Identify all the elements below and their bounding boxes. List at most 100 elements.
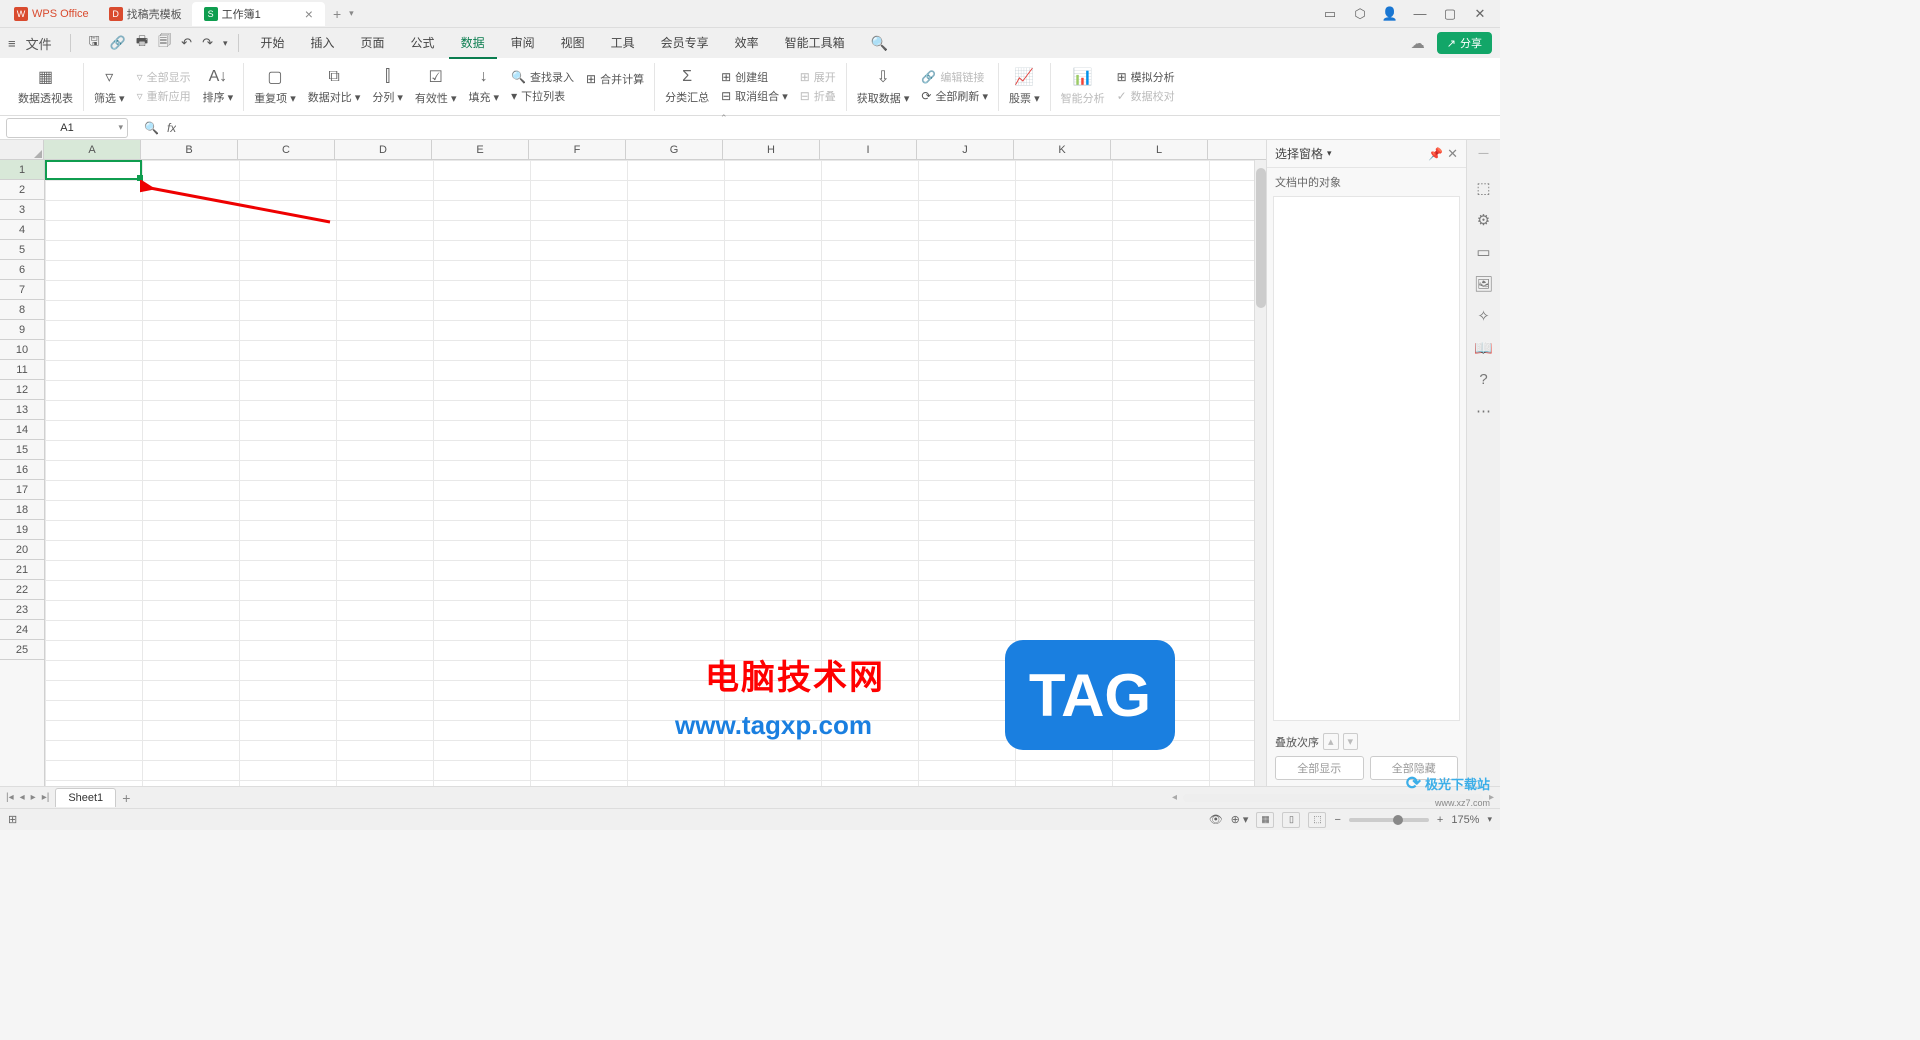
getdata-button[interactable]: ⇩获取数据 ▾ <box>857 67 910 106</box>
avatar-icon[interactable]: 👤 <box>1382 6 1398 22</box>
expand-button[interactable]: ⊞展开 <box>800 69 836 85</box>
close-icon[interactable]: × <box>305 6 313 22</box>
view-break-button[interactable]: ⬚ <box>1308 812 1326 828</box>
preview-icon[interactable]: 🗐 <box>158 32 171 54</box>
column-header-H[interactable]: H <box>723 140 820 159</box>
zoom-value[interactable]: 175% <box>1451 814 1479 826</box>
column-header-K[interactable]: K <box>1014 140 1111 159</box>
row-header-11[interactable]: 11 <box>0 360 44 380</box>
cells-area[interactable]: 电脑技术网 www.tagxp.com TAG <box>45 160 1254 786</box>
smart-button[interactable]: 📊智能分析 <box>1061 67 1105 106</box>
save-icon[interactable]: 🖫 <box>89 32 100 54</box>
sheet-nav-last[interactable]: ▸| <box>42 792 50 803</box>
ungroup-button[interactable]: ⊟取消组合 ▾ <box>721 88 788 104</box>
read-icon[interactable]: 📖 <box>1474 339 1493 357</box>
search-icon[interactable]: 🔍 <box>871 35 888 52</box>
undo-icon[interactable]: ↶ <box>181 35 192 51</box>
fill-button[interactable]: ↓填充 ▾ <box>469 68 500 105</box>
qat-dropdown[interactable]: ▾ <box>223 38 228 49</box>
row-header-5[interactable]: 5 <box>0 240 44 260</box>
sidebar-collapse-icon[interactable]: — <box>1479 148 1489 159</box>
row-header-13[interactable]: 13 <box>0 400 44 420</box>
view-page-button[interactable]: ▯ <box>1282 812 1300 828</box>
row-header-15[interactable]: 15 <box>0 440 44 460</box>
menu-icon[interactable]: ≡ <box>8 36 16 51</box>
screen-icon[interactable]: ▭ <box>1476 243 1490 261</box>
fill-handle[interactable] <box>137 175 143 181</box>
row-header-3[interactable]: 3 <box>0 200 44 220</box>
zoom-in-button[interactable]: + <box>1437 814 1443 826</box>
column-header-L[interactable]: L <box>1111 140 1208 159</box>
row-header-21[interactable]: 21 <box>0 560 44 580</box>
zoom-out-button[interactable]: − <box>1334 814 1340 826</box>
new-tab-dropdown[interactable]: ▾ <box>349 8 354 19</box>
split-button[interactable]: ⫿分列 ▾ <box>372 68 403 105</box>
group-button[interactable]: ⊞创建组 <box>721 69 788 85</box>
row-header-17[interactable]: 17 <box>0 480 44 500</box>
collapse-button[interactable]: ⊟折叠 <box>800 88 836 104</box>
hscroll-left[interactable]: ◂ <box>1172 792 1177 803</box>
menu-tab-2[interactable]: 页面 <box>349 28 397 59</box>
fx-icon[interactable]: fx <box>167 121 176 135</box>
zoom-slider[interactable] <box>1349 818 1429 822</box>
chevron-down-icon[interactable]: ▾ <box>118 122 123 133</box>
screenshot-icon[interactable]: ▭ <box>1322 6 1338 22</box>
menu-tab-3[interactable]: 公式 <box>399 28 447 59</box>
show-all-button[interactable]: ▿全部显示 <box>137 69 191 85</box>
panel-close-icon[interactable]: ✕ <box>1447 146 1458 162</box>
merge-button[interactable]: ⊞合并计算 <box>586 71 644 87</box>
sheet-tab[interactable]: Sheet1 <box>55 788 116 807</box>
move-down-button[interactable]: ▾ <box>1343 733 1359 750</box>
column-header-F[interactable]: F <box>529 140 626 159</box>
menu-tab-8[interactable]: 会员专享 <box>649 28 721 59</box>
name-box[interactable]: A1 ▾ <box>6 118 128 138</box>
close-button[interactable]: ✕ <box>1472 6 1488 22</box>
add-sheet-button[interactable]: + <box>122 790 130 806</box>
sort-button[interactable]: A↓排序 ▾ <box>203 68 234 105</box>
column-header-D[interactable]: D <box>335 140 432 159</box>
cell-mode-icon[interactable]: ⊞ <box>8 813 17 826</box>
validity-button[interactable]: ☑有效性 ▾ <box>415 67 457 106</box>
row-header-10[interactable]: 10 <box>0 340 44 360</box>
help-icon[interactable]: ? <box>1479 371 1487 388</box>
sheet-nav-prev[interactable]: ◂ <box>20 792 25 803</box>
pin-icon[interactable]: 📌 <box>1428 147 1443 161</box>
column-header-A[interactable]: A <box>44 140 141 159</box>
filter-button[interactable]: ▿筛选 ▾ <box>94 67 125 106</box>
row-header-12[interactable]: 12 <box>0 380 44 400</box>
row-header-6[interactable]: 6 <box>0 260 44 280</box>
pivot-button[interactable]: ▦数据透视表 <box>18 67 73 106</box>
row-header-9[interactable]: 9 <box>0 320 44 340</box>
zoom-formula-icon[interactable]: 🔍 <box>144 121 159 135</box>
menu-tab-4[interactable]: 数据 <box>449 28 497 59</box>
column-header-B[interactable]: B <box>141 140 238 159</box>
column-header-G[interactable]: G <box>626 140 723 159</box>
minimize-button[interactable]: — <box>1412 6 1428 22</box>
menu-tab-0[interactable]: 开始 <box>249 28 297 59</box>
select-tool-icon[interactable]: ⬚ <box>1476 179 1490 197</box>
ribbon-collapse-caret[interactable]: ⌃ <box>720 113 728 124</box>
sheet-nav-next[interactable]: ▸ <box>31 792 36 803</box>
row-header-23[interactable]: 23 <box>0 600 44 620</box>
subtotal-button[interactable]: Σ分类汇总 <box>665 68 709 105</box>
column-header-C[interactable]: C <box>238 140 335 159</box>
stock-button[interactable]: 📈股票 ▾ <box>1009 67 1040 106</box>
view-normal-button[interactable]: ▦ <box>1256 812 1274 828</box>
file-menu[interactable]: 文件 <box>26 34 52 53</box>
eye-icon[interactable]: 👁 <box>1209 813 1223 826</box>
picture-icon[interactable]: 🖼 <box>1474 275 1493 293</box>
column-header-E[interactable]: E <box>432 140 529 159</box>
row-header-18[interactable]: 18 <box>0 500 44 520</box>
row-header-1[interactable]: 1 <box>0 160 44 180</box>
row-header-7[interactable]: 7 <box>0 280 44 300</box>
more-icon[interactable]: ⋯ <box>1476 402 1491 420</box>
app-tab-template[interactable]: D 找稿壳模板 <box>99 2 192 26</box>
vertical-scrollbar[interactable] <box>1254 160 1266 786</box>
settings-icon[interactable]: ⚙ <box>1477 211 1490 229</box>
tools-icon[interactable]: ✧ <box>1477 307 1490 325</box>
row-header-2[interactable]: 2 <box>0 180 44 200</box>
cloud-icon[interactable]: ☁ <box>1411 35 1425 52</box>
active-cell[interactable] <box>45 160 142 180</box>
editlink-button[interactable]: 🔗编辑链接 <box>921 69 988 85</box>
row-header-16[interactable]: 16 <box>0 460 44 480</box>
